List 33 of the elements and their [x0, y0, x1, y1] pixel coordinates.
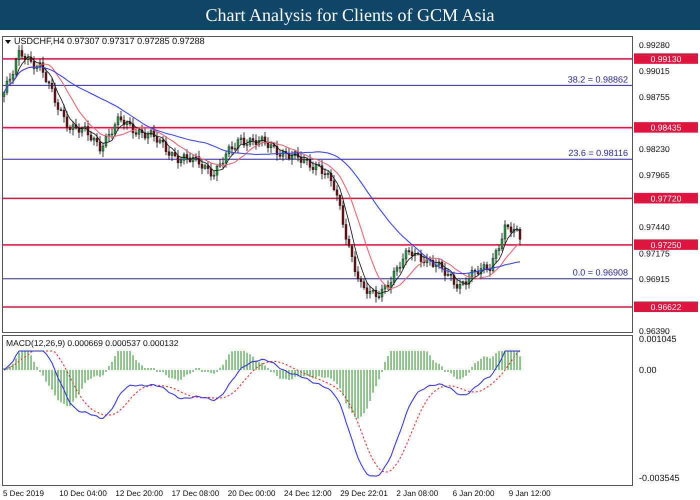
- time-axis-label: 5 Dec 2019: [3, 489, 44, 498]
- time-axis-label: 29 Dec 22:01: [340, 489, 388, 498]
- fibonacci-level-label: 38.2 = 0.98862: [568, 74, 628, 84]
- macd-axis-label: -0.003545: [639, 473, 680, 484]
- time-axis-label: 2 Jan 08:00: [396, 489, 438, 498]
- time-axis-label: 10 Dec 04:00: [59, 489, 107, 498]
- time-axis-label: 6 Jan 20:00: [452, 489, 494, 498]
- macd-axis-label: 0.001045: [639, 334, 677, 344]
- time-axis-label: 17 Dec 08:00: [172, 489, 220, 498]
- price-axis-label: 0.98230: [639, 144, 670, 154]
- price-level-tag: 0.96622: [634, 302, 698, 312]
- time-axis-label: 20 Dec 00:00: [228, 489, 276, 498]
- price-level-tag: 0.98435: [634, 122, 698, 133]
- time-axis-label: 12 Dec 20:00: [115, 489, 163, 498]
- price-axis-label: 0.99015: [639, 66, 670, 76]
- time-axis-label: 9 Jan 12:00: [508, 489, 551, 498]
- page-title: Chart Analysis for Clients of GCM Asia: [206, 4, 494, 26]
- price-axis-label: 0.96915: [639, 274, 670, 284]
- price-axis-label: 0.96390: [639, 326, 670, 336]
- price-level-tag: 0.97720: [634, 192, 698, 204]
- price-axis-label: 0.97440: [639, 222, 670, 232]
- macd-axis-label: 0.00: [639, 365, 657, 375]
- symbol-caption: USDCHF,H4 0.97307 0.97317 0.97285 0.97288: [14, 36, 205, 46]
- price-axis-label: 0.98755: [639, 92, 670, 102]
- fibonacci-level-label: 0.0 = 0.96908: [572, 268, 628, 278]
- price-axis-label: 0.99280: [639, 40, 670, 50]
- price-axis-label: 0.97175: [639, 248, 670, 258]
- price-level-tag: 0.99130: [634, 53, 698, 64]
- price-level-tag: 0.97250: [634, 239, 698, 250]
- price-axis-label: 0.97965: [639, 170, 670, 180]
- fibonacci-level-label: 23.6 = 0.98116: [568, 148, 628, 158]
- time-axis-label: 24 Dec 12:00: [284, 489, 332, 498]
- macd-caption: MACD(12,26,9) 0.000669 0.000537 0.000132: [6, 338, 178, 348]
